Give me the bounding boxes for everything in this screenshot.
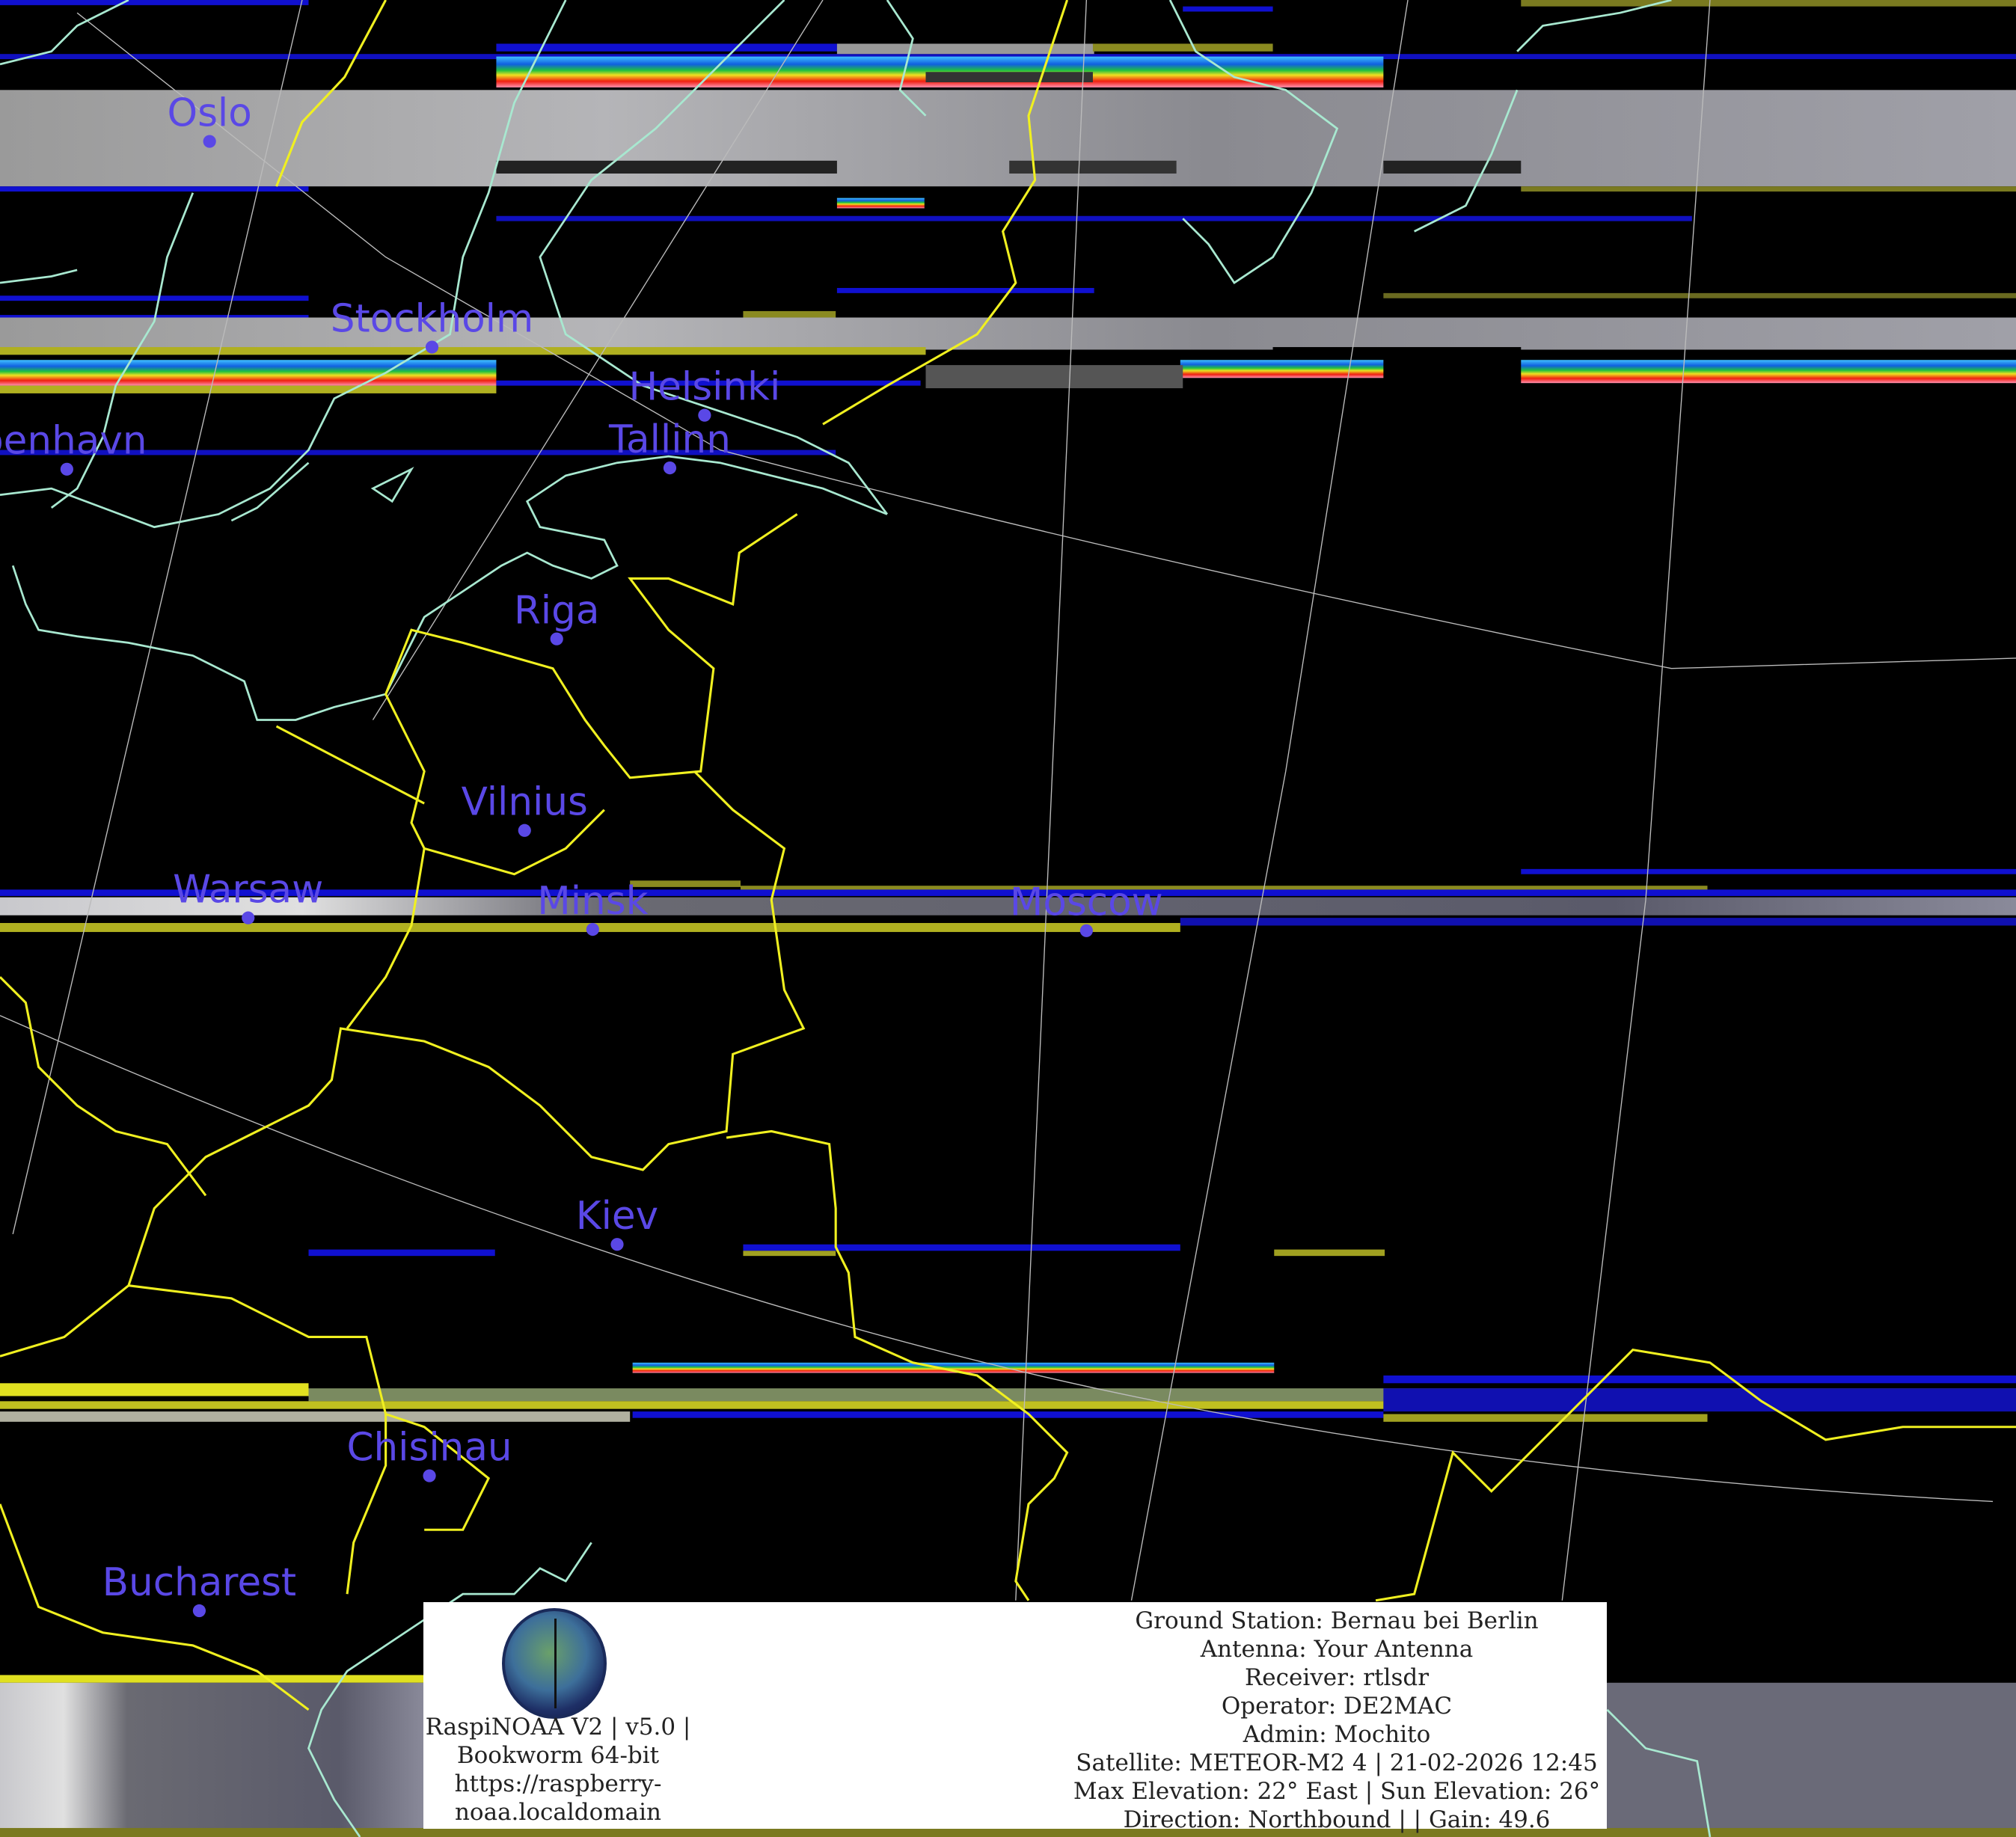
city-dot — [664, 461, 676, 474]
city-dot — [61, 463, 73, 476]
city-label: Stockholm — [331, 296, 533, 341]
city-riga: Riga — [514, 589, 599, 645]
city-tallinn: Tallinn — [608, 417, 731, 474]
city-helsinki: Helsinki — [628, 365, 780, 422]
station-url-part1: https://raspberry- — [423, 1770, 693, 1798]
city-label: København — [0, 419, 147, 464]
station-url-part2: noaa.localdomain — [423, 1798, 693, 1827]
city-vilnius: Vilnius — [462, 780, 588, 837]
city-label: Helsinki — [628, 365, 780, 410]
city-dot — [518, 824, 531, 837]
city-warsaw: Warsaw — [173, 868, 323, 924]
city-kiev: Kiev — [576, 1194, 658, 1251]
city-label: Tallinn — [608, 417, 731, 462]
city-dot — [1080, 924, 1093, 937]
elevation: Max Elevation: 22° East | Sun Elevation:… — [1067, 1777, 1607, 1806]
city-dot — [610, 1238, 623, 1251]
city-dot — [423, 1469, 435, 1482]
city-label: Riga — [514, 589, 599, 634]
direction-gain: Direction: Northbound | | Gain: 49.6 — [1067, 1806, 1607, 1834]
city-dot — [203, 135, 216, 147]
city-label: Kiev — [576, 1194, 658, 1239]
software-version: RaspiNOAA V2 | v5.0 | — [423, 1713, 693, 1741]
cloud-strip-bottom-right — [1606, 1683, 2016, 1837]
city-label: Warsaw — [173, 868, 323, 913]
graticule — [0, 0, 2016, 1601]
cloud-strip-bottom-left — [0, 1683, 424, 1837]
city-dot — [193, 1604, 206, 1617]
rainbow-strip — [496, 57, 1383, 88]
city-label: Vilnius — [462, 780, 588, 825]
operator: Operator: DE2MAC — [1067, 1692, 1607, 1720]
city-label: Chisinau — [347, 1425, 512, 1470]
city-kobenhavn: København — [0, 419, 147, 476]
ground-station: Ground Station: Bernau bei Berlin — [1067, 1607, 1607, 1635]
city-label: Moscow — [1010, 880, 1163, 925]
admin: Admin: Mochito — [1067, 1720, 1607, 1749]
satellite-time: Satellite: METEOR-M2 4 | 21-02-2026 12:4… — [1067, 1749, 1607, 1777]
os-version: Bookworm 64-bit — [423, 1741, 693, 1770]
satellite-map: Oslo Stockholm Helsinki København Tallin… — [0, 0, 2016, 1837]
city-label: Bucharest — [102, 1560, 296, 1605]
city-dot — [426, 340, 438, 353]
cloud-strip-stockholm — [0, 318, 2016, 350]
station-logo-icon — [502, 1608, 607, 1719]
antenna: Antenna: Your Antenna — [1067, 1635, 1607, 1663]
city-label: Oslo — [168, 91, 252, 135]
city-dot — [586, 923, 599, 936]
city-bucharest: Bucharest — [102, 1560, 296, 1617]
city-label: Minsk — [537, 879, 648, 924]
info-panel: RaspiNOAA V2 | v5.0 | Bookworm 64-bit ht… — [423, 1602, 1607, 1829]
city-dot — [242, 912, 254, 924]
pass-info: Ground Station: Bernau bei Berlin Antenn… — [1067, 1607, 1607, 1834]
image-strips — [0, 0, 2016, 1837]
software-info: RaspiNOAA V2 | v5.0 | Bookworm 64-bit ht… — [423, 1602, 693, 1829]
city-chisinau: Chisinau — [347, 1425, 512, 1482]
receiver: Receiver: rtlsdr — [1067, 1663, 1607, 1692]
cloud-strip-oslo — [0, 90, 2016, 186]
satellite-image: Oslo Stockholm Helsinki København Tallin… — [0, 0, 2016, 1837]
borders — [0, 0, 2016, 1710]
city-dot — [551, 633, 563, 645]
